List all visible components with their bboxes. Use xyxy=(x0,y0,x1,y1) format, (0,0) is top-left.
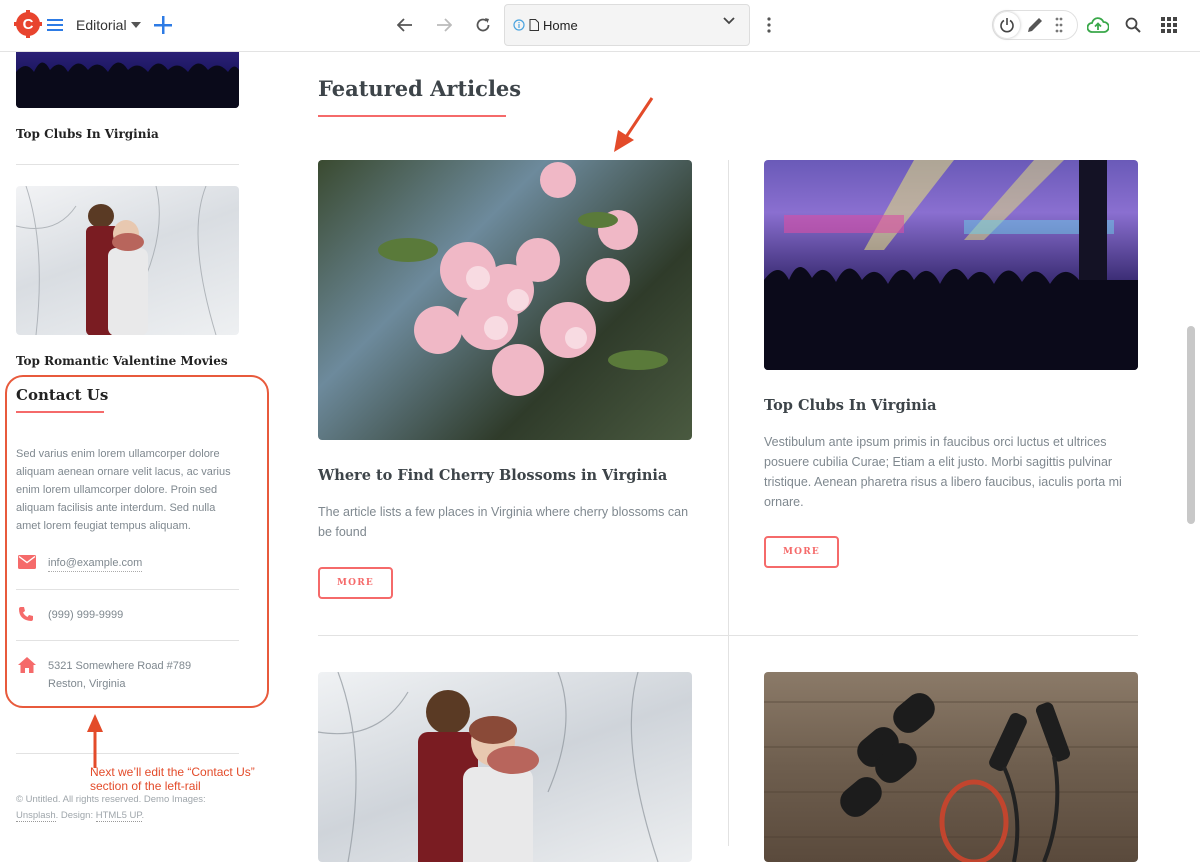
article-title[interactable]: Where to Find Cherry Blossoms in Virgini… xyxy=(318,467,667,484)
annotation-arrow-up-icon xyxy=(87,714,103,768)
dumbbells-image[interactable] xyxy=(764,672,1138,862)
workspace-dropdown[interactable]: Editorial xyxy=(76,14,141,36)
cherry-blossom-image[interactable] xyxy=(318,160,692,440)
more-options-icon[interactable] xyxy=(760,14,778,36)
pencil-icon[interactable] xyxy=(1026,16,1044,39)
more-button[interactable]: MORE xyxy=(764,536,839,568)
annotation-arrow-down-icon xyxy=(614,97,654,152)
chevron-down-icon xyxy=(723,17,735,25)
url-dropdown[interactable]: Home xyxy=(504,4,750,46)
footer-design-label: . Design: xyxy=(55,810,94,821)
heading-underline xyxy=(318,115,506,117)
valentine-image[interactable] xyxy=(318,672,692,862)
app-logo-icon[interactable]: C xyxy=(14,10,42,38)
toolbar: C Editorial Home xyxy=(0,0,1200,52)
unsplash-link[interactable]: Unsplash xyxy=(16,810,56,822)
vertical-scrollbar[interactable] xyxy=(1187,326,1195,524)
svg-text:C: C xyxy=(23,16,34,33)
more-button[interactable]: MORE xyxy=(318,567,393,599)
row-divider xyxy=(318,635,1138,636)
rail-article-title[interactable]: Top Clubs In Virginia xyxy=(16,127,159,141)
article-summary: The article lists a few places in Virgin… xyxy=(318,505,689,539)
caret-down-icon xyxy=(130,22,141,28)
reload-icon[interactable] xyxy=(472,14,494,36)
rail-article-title[interactable]: Top Romantic Valentine Movies xyxy=(16,354,228,368)
footer-end: . xyxy=(141,810,145,821)
add-icon[interactable] xyxy=(152,13,174,37)
drag-handle-icon[interactable] xyxy=(1055,17,1063,38)
main-content: Featured Articles Where to Find Cherry B… xyxy=(260,52,1200,862)
column-divider xyxy=(728,160,729,846)
info-icon xyxy=(513,19,525,31)
back-arrow-icon[interactable] xyxy=(394,14,416,36)
cloud-upload-icon[interactable] xyxy=(1086,13,1110,37)
page-icon xyxy=(529,19,539,31)
rail-valentine-image[interactable] xyxy=(16,186,239,335)
footer-text: © Untitled. All rights reserved. Demo Im… xyxy=(16,794,206,805)
forward-arrow-icon[interactable] xyxy=(433,14,455,36)
apps-grid-icon[interactable] xyxy=(1158,14,1180,36)
annotation-highlight-box xyxy=(5,375,269,708)
workspace-label: Editorial xyxy=(76,17,127,33)
left-rail: Top Clubs In Virginia Top Romantic Valen… xyxy=(0,32,269,846)
section-heading: Featured Articles xyxy=(318,76,522,101)
search-icon[interactable] xyxy=(1122,14,1144,36)
article-title[interactable]: Top Clubs In Virginia xyxy=(764,397,937,414)
url-label: Home xyxy=(543,17,578,33)
divider xyxy=(16,753,239,754)
footer-copyright: © Untitled. All rights reserved. Demo Im… xyxy=(16,792,246,824)
club-image[interactable] xyxy=(764,160,1138,370)
article-summary: Vestibulum ante ipsum primis in faucibus… xyxy=(764,435,1122,509)
edit-tools-group xyxy=(992,10,1078,40)
html5up-link[interactable]: HTML5 UP xyxy=(95,810,142,822)
power-icon[interactable] xyxy=(994,12,1020,38)
hamburger-menu-icon[interactable] xyxy=(46,15,64,35)
divider xyxy=(16,164,239,165)
